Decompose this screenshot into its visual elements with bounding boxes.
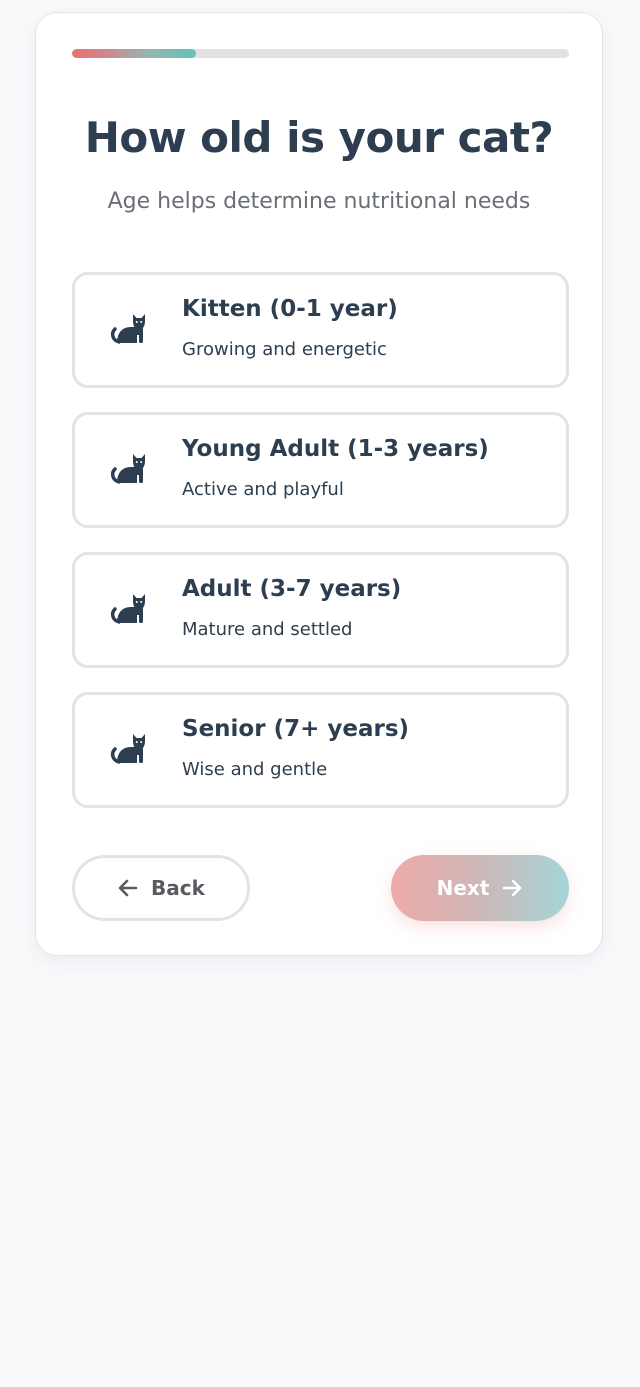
option-young-adult[interactable]: Young Adult (1-3 years) Active and playf… xyxy=(72,412,569,528)
quiz-card: How old is your cat? Age helps determine… xyxy=(35,12,603,956)
option-description: Growing and energetic xyxy=(182,339,387,360)
option-description: Active and playful xyxy=(182,479,344,500)
question-title: How old is your cat? xyxy=(84,113,554,162)
back-button-label: Back xyxy=(151,876,205,900)
option-label: Young Adult (1-3 years) xyxy=(182,436,489,462)
next-button[interactable]: Next xyxy=(391,855,569,921)
back-button[interactable]: Back xyxy=(72,855,250,921)
option-senior[interactable]: Senior (7+ years) Wise and gentle xyxy=(72,692,569,808)
option-description: Mature and settled xyxy=(182,619,353,640)
option-adult[interactable]: Adult (3-7 years) Mature and settled xyxy=(72,552,569,668)
next-button-label: Next xyxy=(436,876,490,900)
cat-icon xyxy=(109,309,151,351)
arrow-right-icon xyxy=(501,877,523,899)
cat-icon xyxy=(109,729,151,771)
arrow-left-icon xyxy=(117,877,139,899)
age-options: Kitten (0-1 year) Growing and energetic … xyxy=(72,272,569,832)
option-label: Kitten (0-1 year) xyxy=(182,296,398,322)
cat-icon xyxy=(109,589,151,631)
option-description: Wise and gentle xyxy=(182,759,328,780)
cat-icon xyxy=(109,449,151,491)
option-label: Senior (7+ years) xyxy=(182,716,410,742)
option-label: Adult (3-7 years) xyxy=(182,576,402,602)
progress-fill xyxy=(72,49,197,58)
progress-bar xyxy=(72,49,569,58)
option-kitten[interactable]: Kitten (0-1 year) Growing and energetic xyxy=(72,272,569,388)
question-subtitle: Age helps determine nutritional needs xyxy=(107,189,531,214)
